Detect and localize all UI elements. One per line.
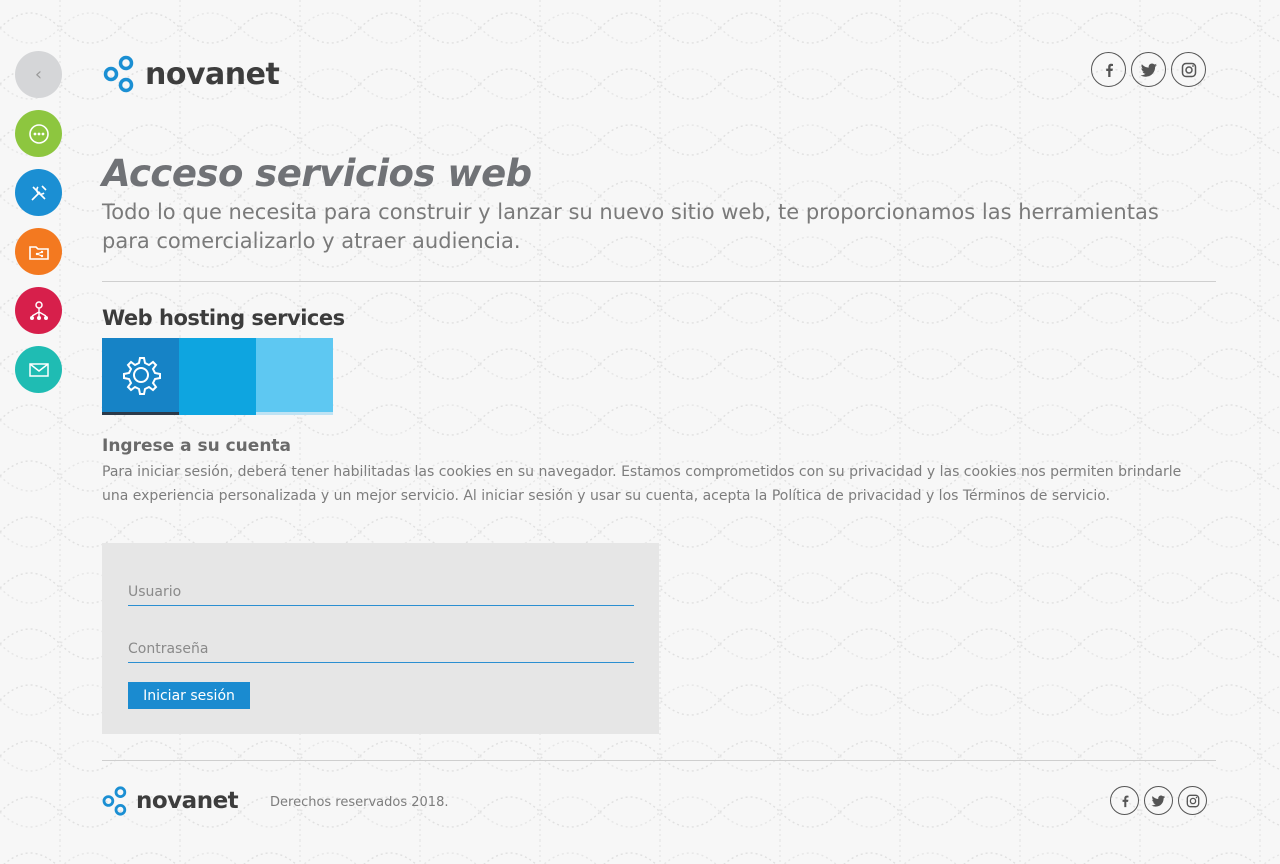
instagram-icon — [1181, 62, 1196, 77]
page-subtitle: Todo lo que necesita para construir y la… — [102, 200, 1159, 253]
tile-2[interactable] — [179, 338, 256, 415]
username-input[interactable] — [128, 581, 634, 606]
mail-button[interactable] — [15, 346, 62, 393]
facebook-link[interactable] — [1110, 786, 1139, 815]
page-title: Acceso servicios web — [102, 152, 532, 195]
copyright-text: Derechos reservados 2018. — [270, 795, 449, 810]
gear-icon — [122, 357, 161, 395]
network-people-icon — [29, 300, 48, 320]
logo-mark-icon — [102, 786, 127, 816]
brand-name: novanet — [145, 56, 280, 92]
login-button[interactable]: Iniciar sesión — [128, 682, 250, 709]
instagram-link[interactable] — [1171, 52, 1206, 87]
twitter-link[interactable] — [1144, 786, 1173, 815]
brand-logo[interactable]: novanet — [103, 55, 280, 93]
tile-3[interactable] — [256, 338, 333, 415]
login-description: Para iniciar sesión, deberá tener habili… — [102, 464, 1182, 504]
facebook-link[interactable] — [1091, 52, 1126, 87]
login-title: Ingrese a su cuenta — [102, 436, 292, 456]
footer-logo[interactable]: novanet — [102, 785, 239, 817]
service-tiles — [102, 338, 333, 415]
facebook-icon — [1105, 63, 1113, 77]
chat-button[interactable] — [15, 110, 62, 157]
folder-share-icon — [28, 245, 49, 260]
social-links-top — [1091, 52, 1206, 87]
tools-button[interactable] — [15, 169, 62, 216]
twitter-icon — [1151, 795, 1166, 807]
chat-icon — [28, 123, 49, 144]
footer-brand-name: novanet — [136, 788, 239, 814]
envelope-icon — [28, 362, 49, 377]
twitter-link[interactable] — [1131, 52, 1166, 87]
facebook-icon — [1122, 795, 1128, 807]
back-button[interactable]: ‹ — [15, 51, 62, 98]
password-input[interactable] — [128, 638, 634, 663]
divider-top — [102, 281, 1216, 282]
network-button[interactable] — [15, 287, 62, 334]
section-title: Web hosting services — [102, 306, 345, 330]
settings-tile[interactable] — [102, 338, 179, 415]
twitter-icon — [1140, 62, 1157, 77]
tools-icon — [30, 184, 47, 201]
instagram-link[interactable] — [1178, 786, 1207, 815]
background-pattern — [0, 0, 1280, 864]
social-links-bottom — [1110, 786, 1207, 815]
divider-bottom — [102, 760, 1216, 761]
login-form: Iniciar sesión — [102, 543, 659, 734]
instagram-icon — [1186, 794, 1199, 807]
folder-share-button[interactable] — [15, 228, 62, 275]
side-navigation: ‹ — [15, 51, 62, 405]
chevron-left-icon: ‹ — [34, 64, 43, 85]
logo-mark-icon — [103, 55, 134, 93]
